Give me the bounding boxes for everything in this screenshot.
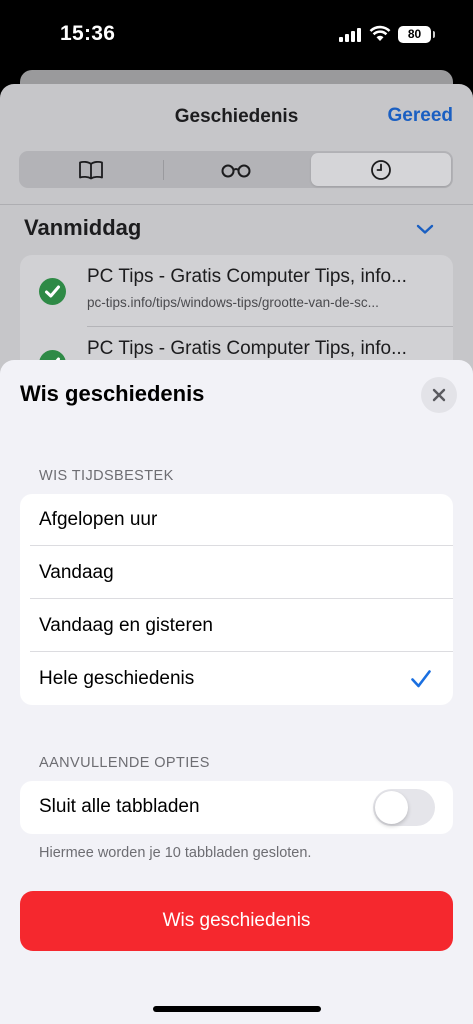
option-label: Vandaag xyxy=(39,562,114,583)
cellular-signal-icon xyxy=(339,27,361,42)
sheet-title: Wis geschiedenis xyxy=(20,381,205,406)
home-indicator xyxy=(153,1006,321,1012)
clear-history-button[interactable]: Wis geschiedenis xyxy=(20,891,453,951)
book-icon xyxy=(79,160,103,179)
status-bar: 15:36 80 xyxy=(0,0,473,72)
list-item[interactable]: PC Tips - Gratis Computer Tips, info... … xyxy=(20,255,453,327)
toggle-knob xyxy=(375,791,408,824)
clock-icon xyxy=(371,159,391,180)
timeframe-option-all-history[interactable]: Hele geschiedenis xyxy=(20,653,453,705)
timeframe-heading: WIS TIJDSBESTEK xyxy=(39,468,174,484)
timeframe-option-last-hour[interactable]: Afgelopen uur xyxy=(20,494,453,546)
close-tabs-toggle[interactable] xyxy=(373,789,435,826)
status-time: 15:36 xyxy=(60,22,116,45)
glasses-icon xyxy=(221,164,251,177)
extra-options: Sluit alle tabbladen xyxy=(20,781,453,834)
close-tabs-row: Sluit alle tabbladen xyxy=(20,781,453,834)
history-item-title: PC Tips - Gratis Computer Tips, info... xyxy=(87,266,407,287)
chevron-down-icon[interactable] xyxy=(416,223,434,235)
timeframe-options: Afgelopen uur Vandaag Vandaag en gistere… xyxy=(20,494,453,705)
clear-history-sheet: Wis geschiedenis WIS TIJDSBESTEK Afgelop… xyxy=(0,360,473,1024)
battery-icon: 80 xyxy=(398,26,435,43)
done-button[interactable]: Gereed xyxy=(388,105,453,127)
tab-bookmarks[interactable] xyxy=(21,153,161,186)
extra-options-heading: AANVULLENDE OPTIES xyxy=(39,755,210,771)
timeframe-option-today[interactable]: Vandaag xyxy=(20,547,453,599)
history-item-url: pc-tips.info/tips/windows-tips/grootte-v… xyxy=(87,295,379,310)
wifi-icon xyxy=(369,25,391,41)
sidebar-segmented-control xyxy=(19,151,453,188)
check-circle-icon xyxy=(39,278,66,305)
section-heading: Vanmiddag xyxy=(24,215,142,240)
option-label: Hele geschiedenis xyxy=(39,668,195,689)
history-item-title: PC Tips - Gratis Computer Tips, info... xyxy=(87,338,407,359)
close-icon xyxy=(432,388,446,402)
close-tabs-footnote: Hiermee worden je 10 tabbladen gesloten. xyxy=(39,845,312,861)
option-label: Vandaag en gisteren xyxy=(39,615,213,636)
tab-reading-list[interactable] xyxy=(166,153,306,186)
checkmark-icon xyxy=(411,670,431,688)
option-label: Afgelopen uur xyxy=(39,509,158,530)
tab-history[interactable] xyxy=(311,153,451,186)
timeframe-option-today-yesterday[interactable]: Vandaag en gisteren xyxy=(20,600,453,652)
close-tabs-label: Sluit alle tabbladen xyxy=(39,796,200,817)
close-button[interactable] xyxy=(421,377,457,413)
